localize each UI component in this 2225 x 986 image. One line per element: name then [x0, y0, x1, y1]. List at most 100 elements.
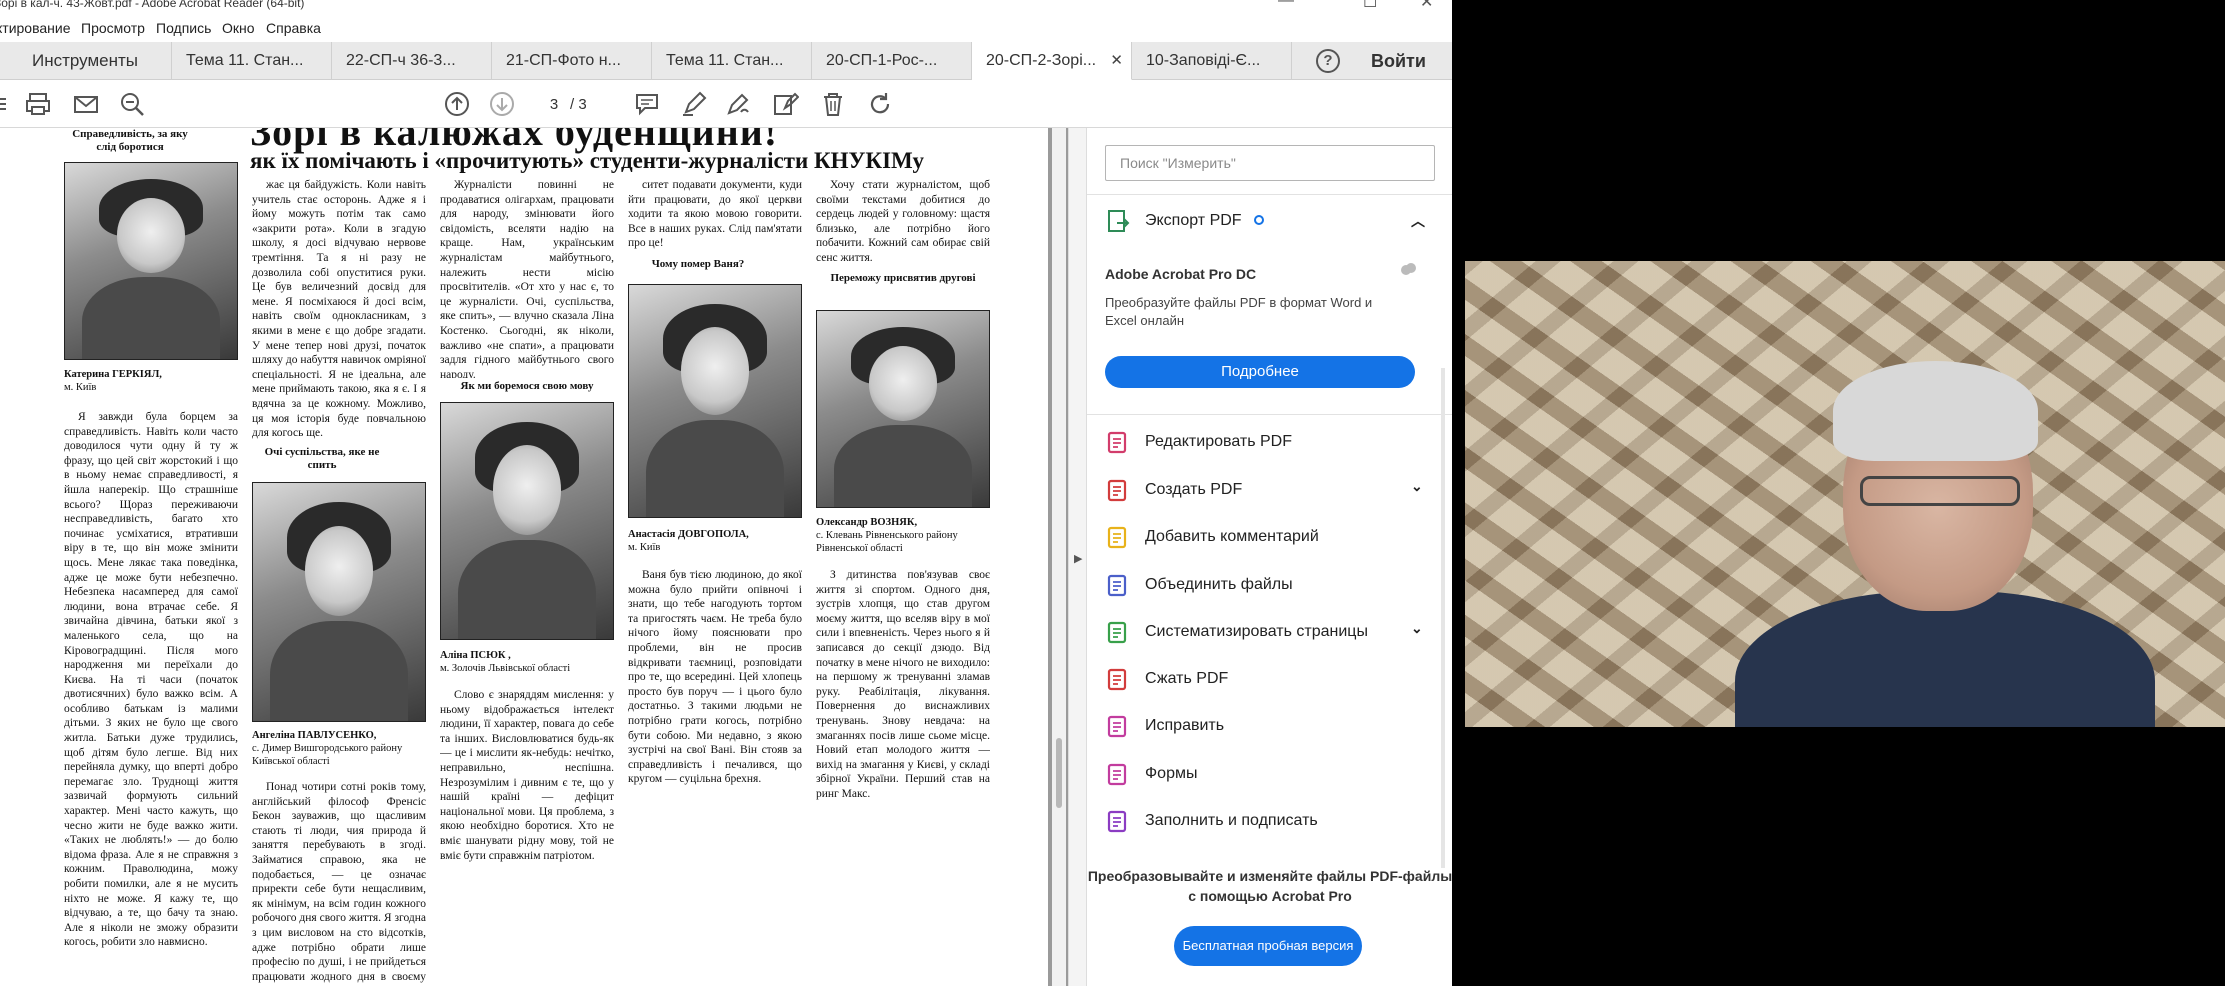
- sign-pen-icon[interactable]: [724, 90, 752, 118]
- menu-view[interactable]: Просмотр: [81, 20, 145, 36]
- tool-label: Формы: [1145, 765, 1198, 782]
- document-scrollbar[interactable]: [1052, 128, 1066, 986]
- forms-icon: [1107, 763, 1127, 786]
- tool-label: Объединить файлы: [1145, 576, 1293, 593]
- tool-row-forms[interactable]: Формы: [1105, 760, 1435, 792]
- tool-label: Добавить комментарий: [1145, 528, 1319, 545]
- caption-name: Ангеліна ПАВЛУСЕНКО,: [252, 730, 377, 741]
- export-pdf-icon: [1108, 210, 1130, 232]
- tool-label: Редактировать PDF: [1145, 433, 1292, 450]
- tool-row-edit-pdf[interactable]: Редактировать PDF: [1105, 428, 1435, 460]
- paragraph: Слово є знаряддям мислення: у ньому відо…: [440, 689, 614, 862]
- scrollbar-thumb[interactable]: [1056, 738, 1062, 808]
- organize-pages-icon: [1107, 621, 1127, 644]
- col1-section-title: Справедливість, за яку слід боротися: [72, 128, 188, 153]
- menu-sign[interactable]: Подпись: [156, 20, 211, 36]
- highlight-pen-icon[interactable]: [680, 90, 708, 118]
- sign-icon: [1107, 810, 1127, 833]
- title-bar: Зорі в кал-ч. 43-Жовт.pdf - Adobe Acroba…: [0, 0, 1452, 14]
- export-pdf-row[interactable]: Экспорт PDF ︿: [1105, 203, 1435, 243]
- learn-more-button[interactable]: Подробнее: [1105, 356, 1415, 388]
- minimize-button[interactable]: —: [1278, 0, 1294, 10]
- tool-row-combine-files[interactable]: Объединить файлы: [1105, 571, 1435, 603]
- webcam-video-feed: [1465, 261, 2225, 727]
- chevron-down-icon[interactable]: ⌄: [1411, 478, 1423, 495]
- tab-label: Тема 11. Стан...: [186, 52, 304, 69]
- tools-search-input[interactable]: Поиск "Измерить": [1105, 145, 1435, 181]
- comment-icon[interactable]: [633, 90, 661, 118]
- menu-edit[interactable]: ктирование: [0, 20, 71, 36]
- tab-label: 20-СП-1-Рос-...: [826, 52, 938, 69]
- login-button[interactable]: Войти: [1371, 42, 1426, 80]
- photo-katerina: [64, 162, 238, 360]
- col5-text: Хочу стати журналістом, щоб своїми текст…: [816, 178, 990, 268]
- person-glasses: [1860, 476, 2020, 506]
- tab-doc-1[interactable]: Тема 11. Стан...: [172, 42, 332, 80]
- help-icon[interactable]: ?: [1316, 49, 1340, 73]
- tab-doc-2[interactable]: 22-СП-ч 36-3...: [332, 42, 492, 80]
- caption-angelina: Ангеліна ПАВЛУСЕНКО, с. Димер Вишгородськ…: [252, 729, 426, 768]
- combine-files-icon: [1107, 574, 1127, 597]
- menu-icon[interactable]: [0, 90, 18, 118]
- promo-title: Adobe Acrobat Pro DC: [1105, 266, 1257, 282]
- menu-bar: ктирование Просмотр Подпись Окно Справка: [0, 14, 1452, 42]
- tool-row-create-pdf[interactable]: Создать PDF ⌄: [1105, 476, 1435, 508]
- tab-doc-4[interactable]: Тема 11. Стан...: [652, 42, 812, 80]
- print-icon[interactable]: [24, 90, 52, 118]
- menu-help[interactable]: Справка: [266, 20, 321, 36]
- free-trial-button[interactable]: Бесплатная пробная версия: [1174, 926, 1362, 966]
- tool-row-sign[interactable]: Заполнить и подписать: [1105, 807, 1435, 839]
- next-page-icon[interactable]: [488, 90, 516, 118]
- chevron-down-icon[interactable]: ⌄: [1411, 620, 1423, 637]
- col5-bottom-text: З дитинства пов'язував своє життя зі спо…: [816, 568, 990, 986]
- fill-sign-icon[interactable]: [771, 90, 799, 118]
- email-icon[interactable]: [72, 90, 100, 118]
- cloud-icon: [1401, 263, 1416, 275]
- close-window-button[interactable]: ✕: [1420, 0, 1433, 12]
- col3-text: Журналісти повинні не продаватися олігар…: [440, 178, 614, 378]
- caption-place: м. Київ: [64, 382, 97, 393]
- tab-label: 22-СП-ч 36-3...: [346, 52, 456, 69]
- promo-text: Преобразуйте файлы PDF в формат Word и E…: [1105, 295, 1373, 328]
- paragraph: Журналісти повинні не продаватися олігар…: [440, 179, 614, 378]
- tool-row-comment[interactable]: Добавить комментарий: [1105, 523, 1435, 555]
- newspaper-subheading: як їх помічають і «прочитують» студенти-…: [250, 148, 924, 173]
- col3-section-title: Як ми боремося свою мову: [460, 380, 594, 392]
- delete-icon[interactable]: [819, 90, 847, 118]
- tab-tools[interactable]: Инструменты: [0, 42, 172, 80]
- info-dot-icon: [1254, 215, 1264, 225]
- tool-label: Заполнить и подписать: [1145, 812, 1318, 829]
- panel-scrollbar[interactable]: [1441, 368, 1445, 868]
- chevron-up-icon[interactable]: ︿: [1411, 211, 1425, 231]
- tab-label: 20-СП-2-Зорі...: [986, 52, 1097, 69]
- caption-name: Олександр ВОЗНЯК,: [816, 517, 918, 528]
- paragraph: Понад чотири сотні років тому, англійськ…: [252, 781, 426, 986]
- tab-doc-3[interactable]: 21-СП-Фото н...: [492, 42, 652, 80]
- tool-row-compress-pdf[interactable]: Сжать PDF: [1105, 665, 1435, 697]
- caption-place: с. Димер Вишгородського району Київської…: [252, 743, 403, 767]
- close-tab-icon[interactable]: ✕: [1110, 42, 1123, 79]
- previous-page-icon[interactable]: [443, 90, 471, 118]
- person-hair: [1833, 361, 2038, 461]
- maximize-button[interactable]: ☐: [1363, 0, 1377, 12]
- col2-text: жає ця байдужість. Коли навіть учитель с…: [252, 178, 426, 442]
- collapse-panel-handle[interactable]: ▶: [1068, 128, 1086, 986]
- rotate-icon[interactable]: [866, 90, 894, 118]
- col1-text: Я завжди була борцем за справедливість. …: [64, 410, 238, 986]
- tool-row-fill[interactable]: Исправить: [1105, 712, 1435, 744]
- menu-window[interactable]: Окно: [222, 20, 255, 36]
- zoom-search-icon[interactable]: [118, 90, 146, 118]
- tool-label: Создать PDF: [1145, 481, 1243, 498]
- divider: [1087, 414, 1452, 415]
- tab-doc-7[interactable]: 10-Заповіді-Є...: [1132, 42, 1292, 80]
- tab-doc-6-active[interactable]: 20-СП-2-Зорі... ✕: [972, 42, 1132, 80]
- page-number-input[interactable]: 3: [540, 94, 568, 116]
- paragraph: З дитинства пов'язував своє життя зі спо…: [816, 569, 990, 800]
- tab-doc-5[interactable]: 20-СП-1-Рос-...: [812, 42, 972, 80]
- document-view[interactable]: Зорі в калюжах буденщини! як їх помічают…: [0, 128, 1068, 986]
- caption-place: м. Київ: [628, 542, 661, 553]
- caption-name: Катерина ГЕРКІЯЛ,: [64, 369, 162, 380]
- tab-label: 10-Заповіді-Є...: [1146, 52, 1261, 69]
- chevron-right-icon: ▶: [1074, 553, 1083, 565]
- tool-row-organize-pages[interactable]: Систематизировать страницы ⌄: [1105, 618, 1435, 650]
